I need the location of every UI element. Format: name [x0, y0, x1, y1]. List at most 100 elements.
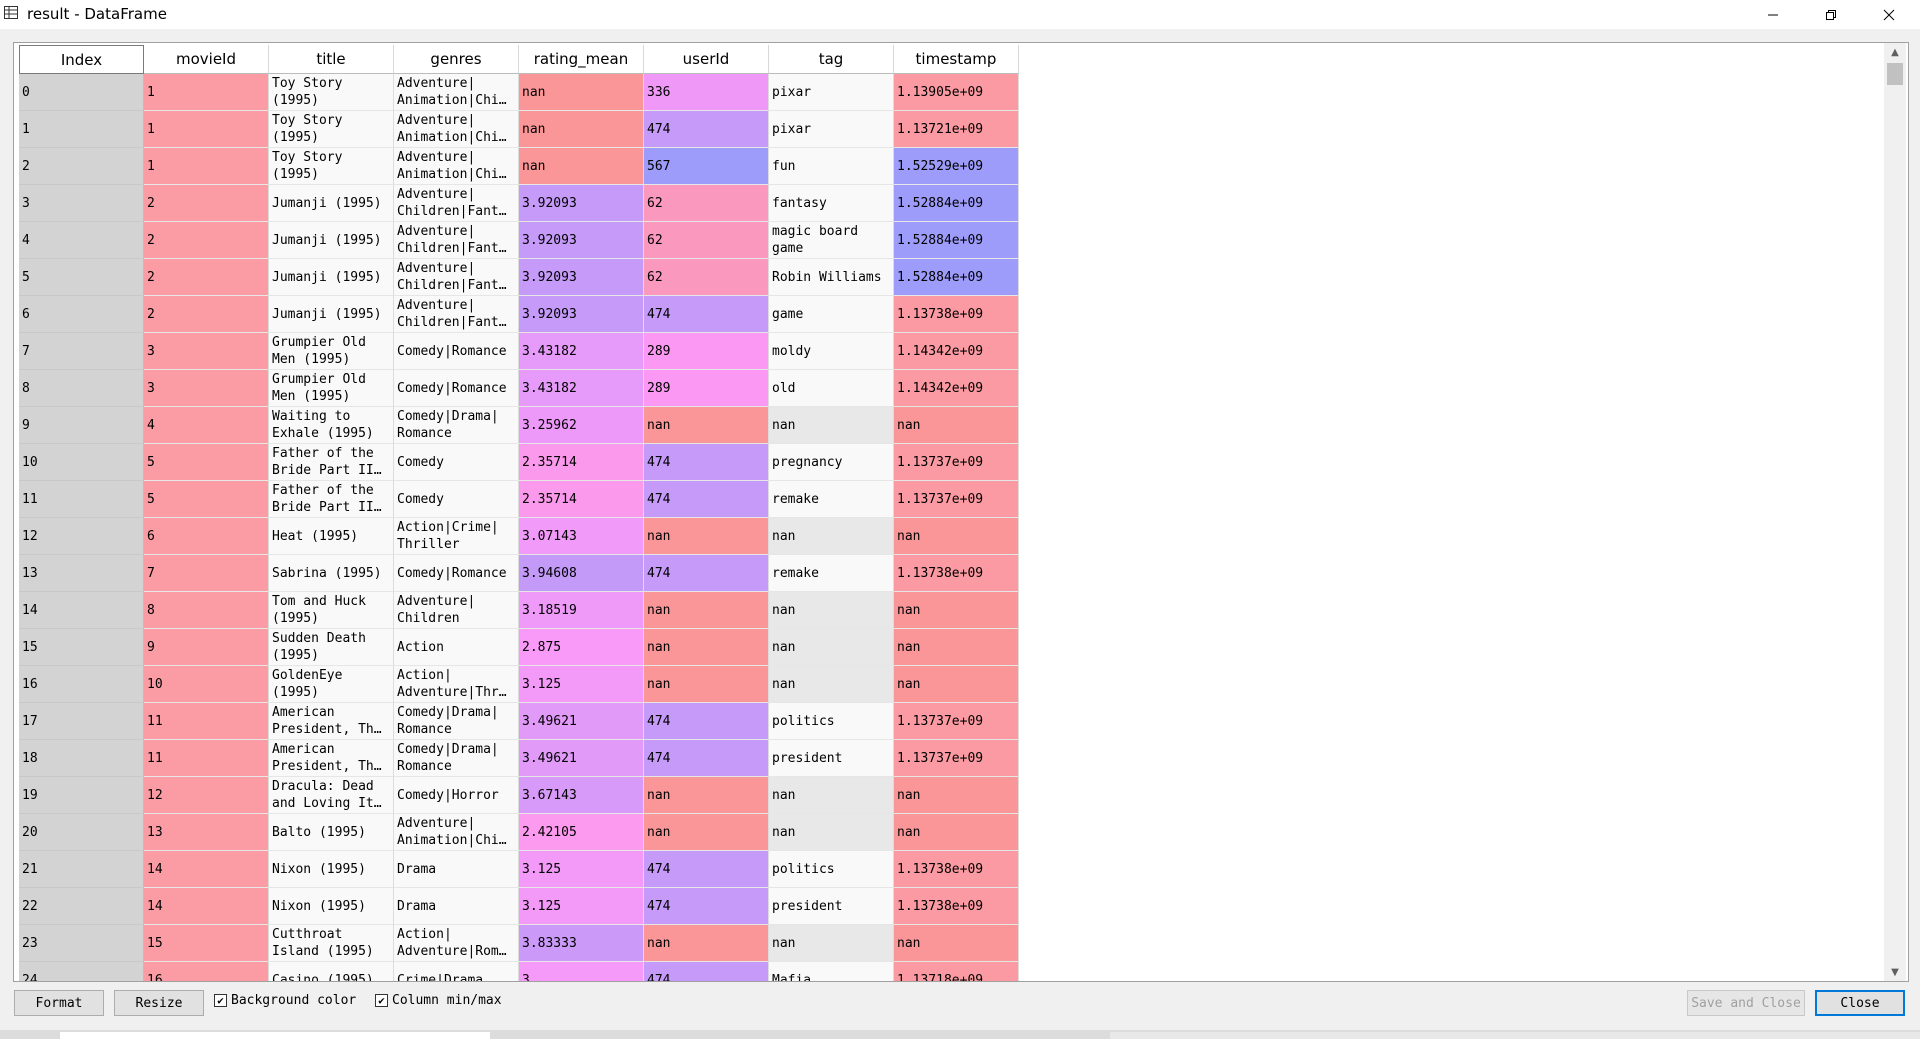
cell-userid[interactable]: nan: [644, 407, 769, 444]
cell-timestamp[interactable]: 1.52884e+09: [894, 222, 1019, 259]
cell-index[interactable]: 4: [19, 222, 144, 259]
cell-genres[interactable]: Adventure| Children|Fant…: [394, 185, 519, 222]
cell-index[interactable]: 21: [19, 851, 144, 888]
cell-index[interactable]: 19: [19, 777, 144, 814]
cell-movieid[interactable]: 5: [144, 444, 269, 481]
cell-title[interactable]: Grumpier Old Men (1995): [269, 333, 394, 370]
cell-timestamp[interactable]: 1.13738e+09: [894, 851, 1019, 888]
cell-genres[interactable]: Comedy|Romance: [394, 555, 519, 592]
cell-tag[interactable]: politics: [769, 851, 894, 888]
cell-title[interactable]: Tom and Huck (1995): [269, 592, 394, 629]
cell-genres[interactable]: Comedy: [394, 444, 519, 481]
cell-index[interactable]: 12: [19, 518, 144, 555]
cell-index[interactable]: 7: [19, 333, 144, 370]
cell-rating-mean[interactable]: 3.43182: [519, 370, 644, 407]
cell-userid[interactable]: nan: [644, 592, 769, 629]
cell-tag[interactable]: moldy: [769, 333, 894, 370]
cell-rating-mean[interactable]: 2.35714: [519, 481, 644, 518]
cell-genres[interactable]: Drama: [394, 888, 519, 925]
cell-index[interactable]: 8: [19, 370, 144, 407]
column-header-timestamp[interactable]: timestamp: [894, 45, 1019, 74]
cell-userid[interactable]: nan: [644, 666, 769, 703]
cell-rating-mean[interactable]: 2.875: [519, 629, 644, 666]
cell-rating-mean[interactable]: nan: [519, 148, 644, 185]
cell-genres[interactable]: Action|Crime| Thriller: [394, 518, 519, 555]
cell-index[interactable]: 14: [19, 592, 144, 629]
cell-userid[interactable]: 474: [644, 296, 769, 333]
cell-genres[interactable]: Action| Adventure|Thr…: [394, 666, 519, 703]
cell-tag[interactable]: fun: [769, 148, 894, 185]
cell-title[interactable]: Toy Story (1995): [269, 74, 394, 111]
cell-title[interactable]: Toy Story (1995): [269, 148, 394, 185]
cell-title[interactable]: Father of the Bride Part II…: [269, 444, 394, 481]
cell-title[interactable]: Casino (1995): [269, 962, 394, 981]
cell-timestamp[interactable]: 1.14342e+09: [894, 370, 1019, 407]
cell-movieid[interactable]: 2: [144, 296, 269, 333]
cell-tag[interactable]: pixar: [769, 111, 894, 148]
cell-tag[interactable]: president: [769, 888, 894, 925]
cell-title[interactable]: Grumpier Old Men (1995): [269, 370, 394, 407]
cell-userid[interactable]: 474: [644, 555, 769, 592]
cell-genres[interactable]: Action| Adventure|Rom…: [394, 925, 519, 962]
cell-title[interactable]: Jumanji (1995): [269, 185, 394, 222]
cell-title[interactable]: American President, Th…: [269, 740, 394, 777]
cell-title[interactable]: Balto (1995): [269, 814, 394, 851]
cell-movieid[interactable]: 1: [144, 111, 269, 148]
cell-title[interactable]: Jumanji (1995): [269, 296, 394, 333]
cell-rating-mean[interactable]: 3.125: [519, 888, 644, 925]
cell-rating-mean[interactable]: 3.92093: [519, 222, 644, 259]
cell-index[interactable]: 20: [19, 814, 144, 851]
cell-index[interactable]: 10: [19, 444, 144, 481]
cell-genres[interactable]: Adventure| Children: [394, 592, 519, 629]
cell-title[interactable]: GoldenEye (1995): [269, 666, 394, 703]
cell-tag[interactable]: magic board game: [769, 222, 894, 259]
cell-movieid[interactable]: 2: [144, 259, 269, 296]
cell-index[interactable]: 24: [19, 962, 144, 981]
cell-genres[interactable]: Comedy|Romance: [394, 370, 519, 407]
cell-genres[interactable]: Adventure| Children|Fant…: [394, 296, 519, 333]
save-and-close-button[interactable]: Save and Close: [1687, 990, 1805, 1016]
cell-userid[interactable]: 474: [644, 703, 769, 740]
cell-movieid[interactable]: 2: [144, 222, 269, 259]
cell-movieid[interactable]: 9: [144, 629, 269, 666]
cell-userid[interactable]: 289: [644, 370, 769, 407]
cell-timestamp[interactable]: 1.13737e+09: [894, 703, 1019, 740]
cell-timestamp[interactable]: 1.13737e+09: [894, 444, 1019, 481]
cell-userid[interactable]: 289: [644, 333, 769, 370]
cell-tag[interactable]: nan: [769, 925, 894, 962]
cell-rating-mean[interactable]: 3.49621: [519, 740, 644, 777]
cell-timestamp[interactable]: nan: [894, 777, 1019, 814]
cell-genres[interactable]: Comedy|Horror: [394, 777, 519, 814]
cell-movieid[interactable]: 8: [144, 592, 269, 629]
cell-movieid[interactable]: 3: [144, 333, 269, 370]
cell-rating-mean[interactable]: nan: [519, 111, 644, 148]
cell-timestamp[interactable]: nan: [894, 407, 1019, 444]
column-minmax-checkbox[interactable]: ✔ Column min/max: [375, 993, 502, 1008]
close-window-button[interactable]: [1860, 0, 1918, 29]
cell-movieid[interactable]: 1: [144, 74, 269, 111]
cell-timestamp[interactable]: 1.14342e+09: [894, 333, 1019, 370]
cell-genres[interactable]: Adventure| Animation|Chi…: [394, 111, 519, 148]
cell-title[interactable]: Father of the Bride Part II…: [269, 481, 394, 518]
cell-title[interactable]: Toy Story (1995): [269, 111, 394, 148]
cell-userid[interactable]: 474: [644, 740, 769, 777]
column-header-index[interactable]: Index: [19, 45, 144, 74]
cell-movieid[interactable]: 14: [144, 851, 269, 888]
cell-tag[interactable]: Robin Williams: [769, 259, 894, 296]
cell-genres[interactable]: Action: [394, 629, 519, 666]
cell-index[interactable]: 6: [19, 296, 144, 333]
cell-genres[interactable]: Drama: [394, 851, 519, 888]
cell-timestamp[interactable]: 1.13738e+09: [894, 888, 1019, 925]
cell-tag[interactable]: nan: [769, 814, 894, 851]
cell-userid[interactable]: 474: [644, 111, 769, 148]
cell-title[interactable]: Jumanji (1995): [269, 222, 394, 259]
cell-tag[interactable]: nan: [769, 592, 894, 629]
cell-timestamp[interactable]: 1.52529e+09: [894, 148, 1019, 185]
cell-movieid[interactable]: 4: [144, 407, 269, 444]
cell-timestamp[interactable]: 1.13738e+09: [894, 296, 1019, 333]
cell-genres[interactable]: Crime|Drama: [394, 962, 519, 981]
cell-title[interactable]: Cutthroat Island (1995): [269, 925, 394, 962]
cell-tag[interactable]: nan: [769, 666, 894, 703]
cell-rating-mean[interactable]: 2.35714: [519, 444, 644, 481]
cell-timestamp[interactable]: 1.13718e+09: [894, 962, 1019, 981]
